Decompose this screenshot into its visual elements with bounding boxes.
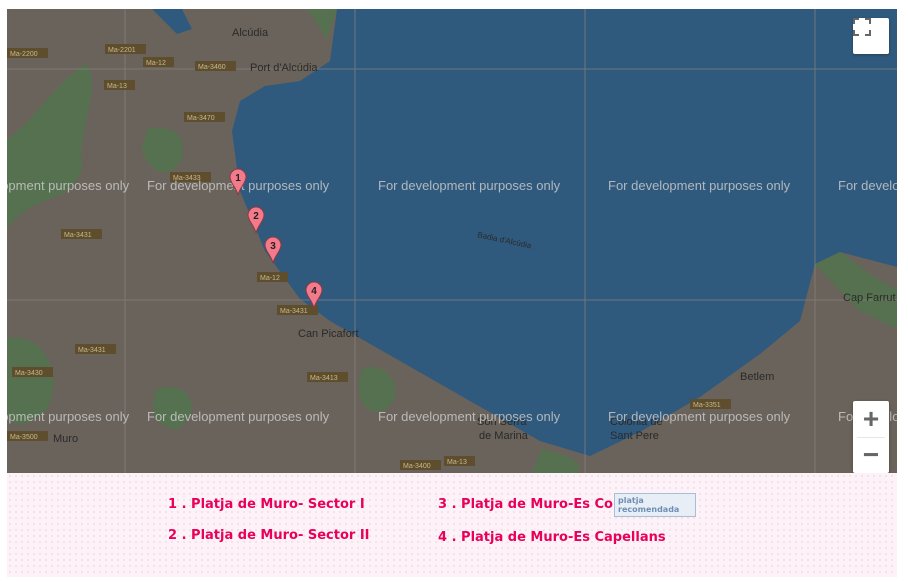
watermark-text: For development purposes only	[147, 409, 330, 424]
road-label: Ma-3351	[690, 399, 731, 409]
road-label: Ma-3431	[75, 344, 116, 354]
road-label: Ma-12	[143, 57, 174, 67]
map-canvas[interactable]: Ma-2201 Ma-2200 Ma-12 Ma-3460 Ma-13 Ma-3470 Ma…	[7, 9, 897, 473]
road-label: Ma-3400	[400, 460, 441, 470]
badge-line-2: recomendada	[618, 505, 680, 514]
place-label: Sant Pere	[610, 430, 659, 442]
svg-text:2: 2	[253, 211, 259, 222]
watermark-text: For development purposes only	[378, 409, 561, 424]
road-label: Ma-13	[444, 456, 475, 466]
svg-text:Ma-3431: Ma-3431	[78, 347, 106, 354]
beach-legend: 1 . Platja de Muro- Sector I 2 . Platja …	[7, 473, 897, 577]
zoom-control: + −	[853, 401, 889, 473]
road-label: Ma-3430	[12, 367, 53, 377]
road-label: Ma-3470	[184, 112, 225, 122]
sea	[232, 9, 897, 456]
svg-text:1: 1	[235, 173, 241, 184]
road-label: Ma-3500	[7, 431, 48, 441]
svg-text:Ma-12: Ma-12	[146, 60, 166, 67]
platja-recomendada-badge: platja recomendada	[614, 493, 696, 517]
badge-line-1: platja	[618, 496, 644, 505]
map[interactable]: Ma-2201 Ma-2200 Ma-12 Ma-3460 Ma-13 Ma-3470 Ma…	[7, 9, 897, 473]
watermark-text: For development purposes only	[838, 178, 897, 193]
legend-item-2[interactable]: 2 . Platja de Muro- Sector II	[168, 528, 370, 543]
road-label: Ma-3431	[277, 305, 318, 315]
svg-text:Ma-3500: Ma-3500	[10, 434, 38, 441]
place-label: de Marina	[479, 430, 529, 442]
road-label: Ma-2200	[7, 48, 48, 58]
legend-item-3[interactable]: 3 . Platja de Muro-Es Comú	[438, 497, 636, 512]
water-north	[152, 9, 192, 34]
watermark-text: For development purposes only	[7, 409, 130, 424]
zoom-out-button[interactable]: −	[853, 437, 889, 473]
place-label: Alcúdia	[232, 27, 269, 39]
svg-text:Ma-3470: Ma-3470	[187, 115, 215, 122]
road-label: Ma-13	[104, 80, 135, 90]
svg-text:Ma-3400: Ma-3400	[403, 463, 431, 470]
watermark-text: For development purposes only	[378, 178, 561, 193]
road-label: Ma-3431	[61, 229, 102, 239]
svg-text:3: 3	[270, 241, 276, 252]
road-label: Ma-12	[257, 272, 288, 282]
svg-text:Ma-2201: Ma-2201	[108, 47, 136, 54]
svg-text:Ma-3431: Ma-3431	[64, 232, 92, 239]
watermark-text: For development purposes only	[608, 409, 791, 424]
svg-text:Ma-2200: Ma-2200	[10, 51, 38, 58]
road-label: Ma-3413	[307, 372, 348, 382]
road-label: Ma-3460	[195, 61, 236, 71]
zoom-in-button[interactable]: +	[853, 401, 889, 437]
svg-text:Ma-3460: Ma-3460	[198, 64, 226, 71]
svg-text:Ma-3430: Ma-3430	[15, 370, 43, 377]
svg-text:Ma-3431: Ma-3431	[280, 308, 308, 315]
place-label: Can Picafort	[298, 328, 359, 340]
fullscreen-icon	[853, 18, 871, 36]
svg-text:Ma-13: Ma-13	[447, 459, 467, 466]
legend-item-4[interactable]: 4 . Platja de Muro-Es Capellans	[438, 530, 666, 545]
road-label: Ma-2201	[105, 44, 146, 54]
fullscreen-button[interactable]	[853, 18, 889, 54]
place-label: Muro	[53, 433, 78, 445]
place-label: Port d'Alcúdia	[250, 62, 318, 74]
legend-item-1[interactable]: 1 . Platja de Muro- Sector I	[168, 497, 365, 512]
svg-text:Ma-3413: Ma-3413	[310, 375, 338, 382]
svg-text:Ma-3351: Ma-3351	[693, 402, 721, 409]
place-label: Betlem	[740, 371, 774, 383]
svg-text:4: 4	[311, 286, 317, 297]
svg-text:Ma-12: Ma-12	[260, 275, 280, 282]
svg-text:Ma-13: Ma-13	[107, 83, 127, 90]
place-label: Cap Farrut	[843, 292, 896, 304]
watermark-text: For development purposes only	[608, 178, 791, 193]
watermark-text: For development purposes only	[7, 178, 130, 193]
